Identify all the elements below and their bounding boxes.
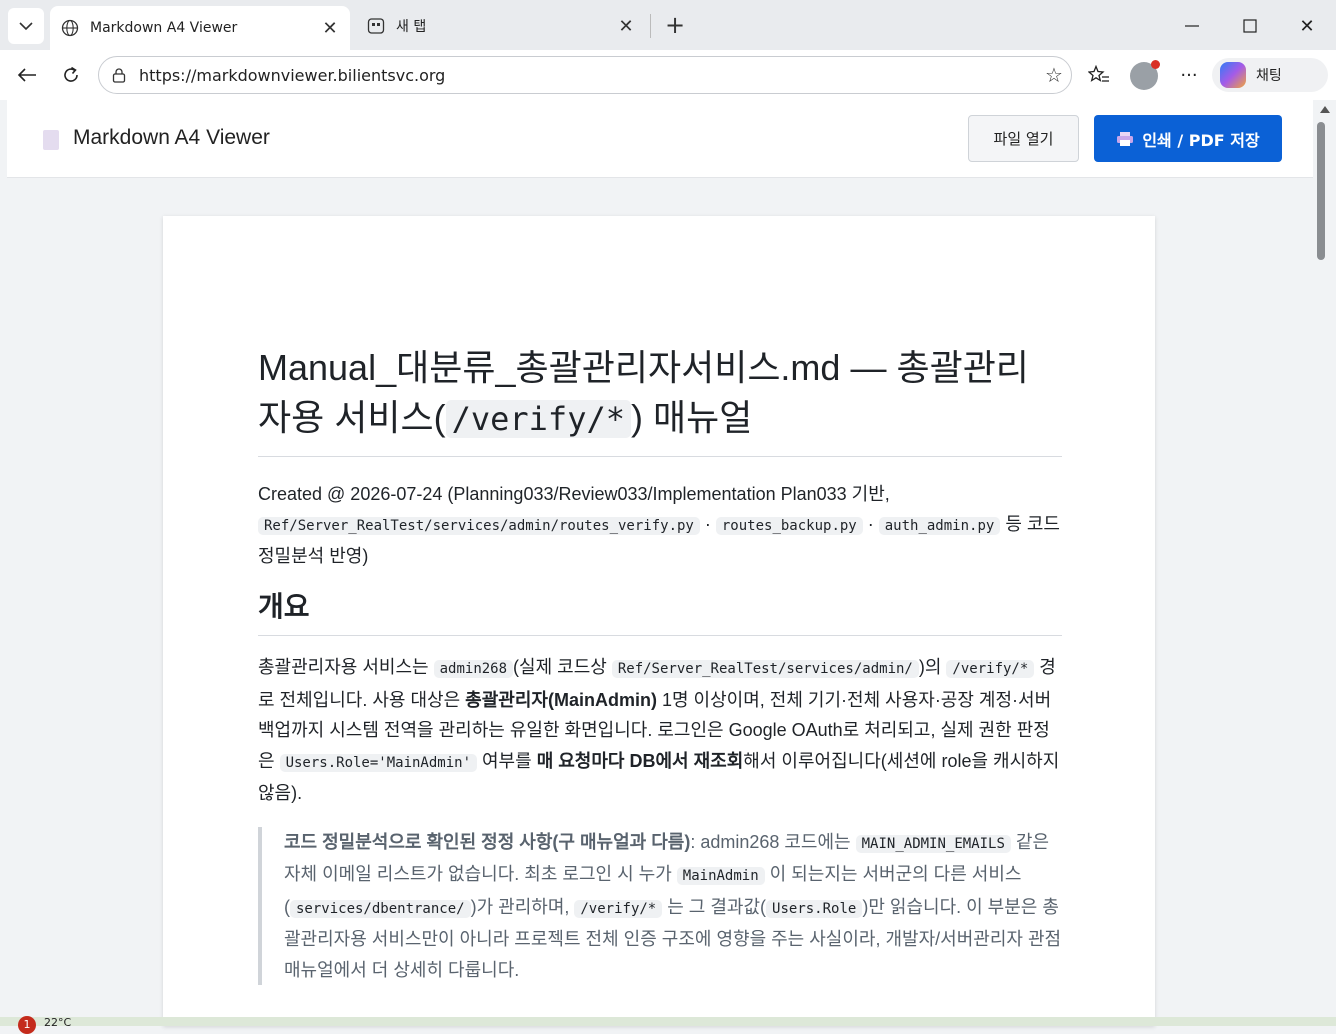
window-close-icon[interactable]: ✕ [1293,12,1321,40]
notification-dot [1151,60,1160,69]
print-pdf-button[interactable]: 인쇄 / PDF 저장 [1094,115,1282,162]
tab-bar: Markdown A4 Viewer ✕ 새 탭 ✕ + ✕ [0,0,1336,50]
title-code: /verify/* [445,400,631,438]
copilot-label: 채팅 [1256,68,1282,84]
maximize-icon[interactable] [1236,12,1264,40]
close-icon[interactable]: ✕ [616,16,636,37]
globe-icon [60,18,80,38]
close-icon[interactable]: ✕ [320,18,340,39]
text: : admin268 코드에는 [690,831,856,852]
inline-code: Users.Role [766,899,863,918]
inline-code: MAIN_ADMIN_EMAILS [855,834,1011,853]
new-tab-button[interactable]: + [662,12,688,38]
copilot-chat-button[interactable]: 채팅 [1212,58,1328,92]
bold-text: 매 요청마다 DB에서 재조회 [536,750,744,771]
section-heading: 개요 [258,585,1062,636]
refresh-icon[interactable] [56,60,86,90]
text: 총괄관리자용 서비스는 [258,657,434,677]
scrollbar-thumb[interactable] [1317,122,1325,260]
tab-new-tab[interactable]: 새 탭 ✕ [356,6,646,46]
tab-markdown-viewer[interactable]: Markdown A4 Viewer ✕ [50,6,350,50]
page-viewport: Markdown A4 Viewer 파일 열기 인쇄 / PDF 저장 Man… [0,100,1336,1026]
weather-temperature: 22°C [44,1016,72,1029]
printer-icon [1117,131,1134,146]
tab-divider [650,14,651,38]
text: 여부를 [477,750,537,771]
url-text[interactable]: https://markdownviewer.bilientsvc.org [139,66,1037,85]
back-arrow-icon[interactable] [12,60,42,90]
tab-label: Markdown A4 Viewer [90,20,238,36]
app-title: Markdown A4 Viewer [73,126,270,149]
address-bar[interactable]: https://markdownviewer.bilientsvc.org ☆ [98,56,1072,94]
overview-paragraph: 총괄관리자용 서비스는 admin268 (실제 코드상 Ref/Server_R… [258,652,1062,809]
copilot-icon [1220,62,1246,88]
document-icon [43,130,59,150]
markdown-document: Manual_대분류_총괄관리자서비스.md — 총괄관리자용 서비스(/ver… [258,343,1062,985]
title-text-end: ) 매뉴얼 [630,397,753,438]
inline-code: Ref/Server_RealTest/services/admin/ [611,660,919,678]
inline-code: auth_admin.py [878,517,1001,535]
meta-text: Created @ 2026-07-24 (Planning033/Review… [258,484,890,504]
text: 는 그 결과값( [662,896,767,917]
text: )가 관리하며, [470,896,575,917]
bold-text: 총괄관리자(MainAdmin) [465,689,657,710]
favorites-icon[interactable] [1084,60,1114,90]
more-options-icon[interactable]: ··· [1174,60,1204,90]
tab-label: 새 탭 [396,19,427,35]
minimize-icon[interactable] [1178,12,1206,40]
meta-separator: · [699,514,716,534]
document-title: Manual_대분류_총괄관리자서비스.md — 총괄관리자용 서비스(/ver… [258,343,1062,457]
lock-icon [112,68,126,83]
inline-code: /verify/* [946,660,1035,678]
chevron-down-icon [19,22,33,31]
a4-page: Manual_대분류_총괄관리자서비스.md — 총괄관리자용 서비스(/ver… [163,216,1155,1026]
app-header: Markdown A4 Viewer 파일 열기 인쇄 / PDF 저장 [7,100,1313,178]
bold-text: 코드 정밀분석으로 확인된 정정 사항(구 매뉴얼과 다름) [284,831,691,852]
inline-code: routes_backup.py [715,517,863,535]
document-meta: Created @ 2026-07-24 (Planning033/Review… [258,479,1062,571]
inline-code: /verify/* [574,899,663,918]
text: (실제 코드상 [513,657,612,677]
weather-badge: 1 [18,1016,36,1034]
tab-actions-menu-button[interactable] [8,8,44,44]
inline-code: admin268 [433,660,514,678]
correction-note-blockquote: 코드 정밀분석으로 확인된 정정 사항(구 매뉴얼과 다름): admin268… [258,826,1062,985]
open-file-button[interactable]: 파일 열기 [968,115,1079,162]
favorite-star-icon[interactable]: ☆ [1037,63,1071,87]
inline-code: services/dbentrance/ [290,899,471,918]
os-taskbar [0,1017,1336,1026]
new-tab-page-icon [366,16,386,36]
scroll-up-arrow-icon[interactable] [1320,106,1330,113]
inline-code: Users.Role='MainAdmin' [279,753,477,772]
meta-separator: · [862,514,879,534]
text: )의 [918,657,947,677]
inline-code: MainAdmin [676,867,765,885]
address-toolbar: https://markdownviewer.bilientsvc.org ☆ … [0,50,1336,100]
vertical-scrollbar[interactable] [1314,100,1336,1026]
print-button-label: 인쇄 / PDF 저장 [1142,130,1260,150]
inline-code: Ref/Server_RealTest/services/admin/route… [258,517,700,535]
